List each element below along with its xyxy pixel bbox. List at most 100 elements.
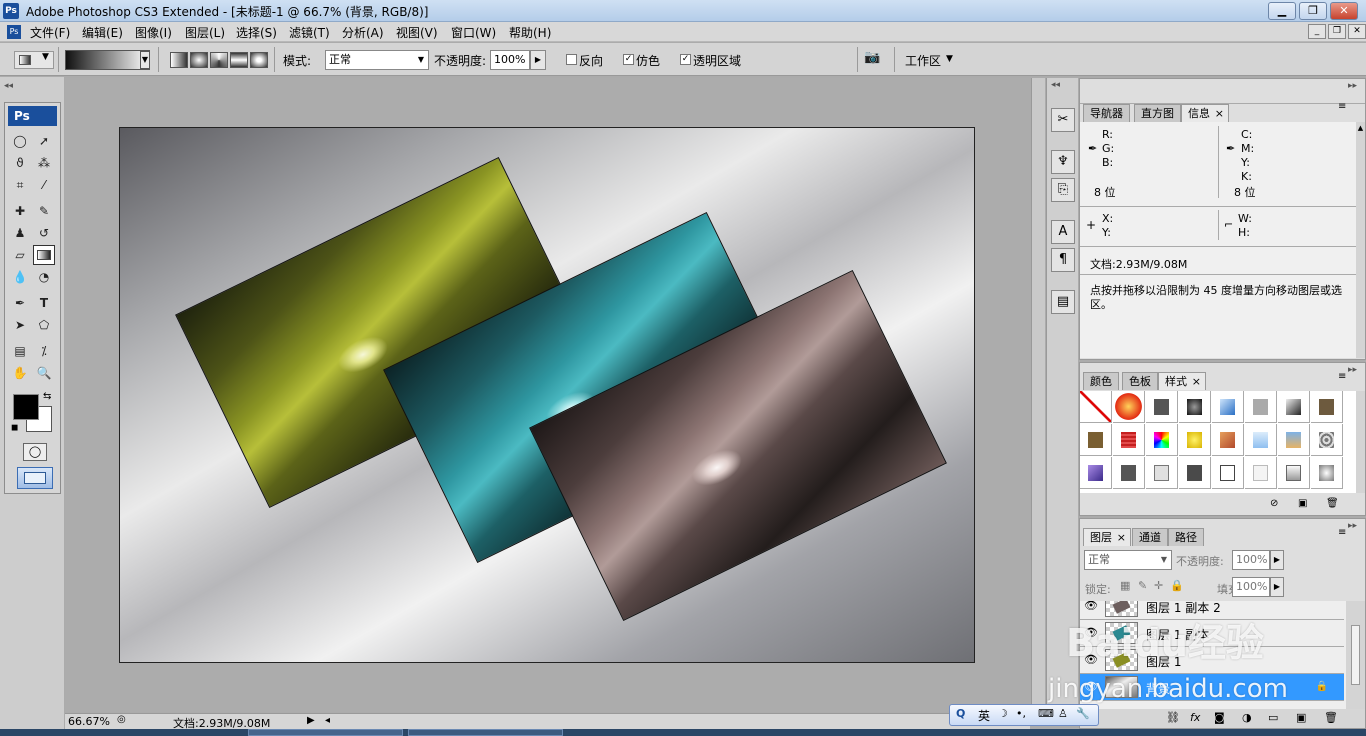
style-swatch[interactable] xyxy=(1212,391,1244,423)
menu-file[interactable]: 文件(F) xyxy=(30,24,70,41)
style-swatch[interactable] xyxy=(1146,424,1178,456)
lock-position-icon[interactable]: ✛ xyxy=(1154,579,1163,592)
style-none-swatch[interactable] xyxy=(1080,391,1112,423)
style-swatch[interactable] xyxy=(1245,424,1277,456)
style-swatch[interactable] xyxy=(1245,457,1277,489)
blend-mode-select[interactable]: 正常 ▼ xyxy=(1084,550,1172,570)
foreground-color-swatch[interactable] xyxy=(13,394,39,420)
menu-edit[interactable]: 编辑(E) xyxy=(82,24,123,41)
healing-brush-icon[interactable]: ✚ xyxy=(9,201,31,221)
style-swatch[interactable] xyxy=(1212,424,1244,456)
close-icon[interactable]: × xyxy=(1117,529,1126,546)
radial-gradient-icon[interactable] xyxy=(190,52,208,68)
taskbar-button[interactable] xyxy=(408,729,563,736)
lasso-tool-icon[interactable]: ϑ xyxy=(9,153,31,173)
tab-swatches[interactable]: 色板 xyxy=(1122,372,1158,390)
fill-slider-button[interactable]: ▶ xyxy=(1270,577,1284,597)
eyedropper-icon[interactable]: ⁒ xyxy=(33,341,55,361)
zoom-level[interactable]: 66.67% xyxy=(68,715,110,728)
scroll-left-icon[interactable]: ◂ xyxy=(325,715,330,726)
menu-help[interactable]: 帮助(H) xyxy=(509,24,551,41)
layer-opacity-slider-button[interactable]: ▶ xyxy=(1270,550,1284,570)
brush-tool-icon[interactable]: ✎ xyxy=(33,201,55,221)
opacity-slider-button[interactable]: ▶ xyxy=(530,50,546,70)
close-icon[interactable]: × xyxy=(1192,373,1201,390)
fx-icon[interactable]: fx xyxy=(1190,711,1200,724)
close-icon[interactable]: × xyxy=(1215,105,1224,122)
close-button[interactable]: ✕ xyxy=(1330,2,1358,20)
doc-restore-icon[interactable]: ❐ xyxy=(1328,24,1346,39)
paragraph-icon[interactable]: ¶ xyxy=(1051,248,1075,272)
eye-icon[interactable]: 👁 xyxy=(1084,626,1098,639)
gradient-picker-dropdown[interactable]: ▼ xyxy=(140,51,150,69)
link-layers-icon[interactable]: ⛓ xyxy=(1166,711,1180,724)
style-swatch[interactable] xyxy=(1212,457,1244,489)
fill-input[interactable]: 100% xyxy=(1232,577,1270,597)
tab-layers[interactable]: 图层 × xyxy=(1083,528,1131,546)
ime-language[interactable]: 英 xyxy=(978,707,990,724)
taskbar-button[interactable] xyxy=(248,729,403,736)
tab-info[interactable]: 信息 × xyxy=(1181,104,1229,122)
lock-all-icon[interactable]: 🔒 xyxy=(1170,579,1184,592)
style-swatch[interactable] xyxy=(1113,391,1145,423)
layer-opacity-input[interactable]: 100% xyxy=(1232,550,1270,570)
menu-filter[interactable]: 滤镜(T) xyxy=(289,24,330,41)
style-swatch[interactable] xyxy=(1080,424,1112,456)
menu-analysis[interactable]: 分析(A) xyxy=(342,24,384,41)
eye-icon[interactable]: 👁 xyxy=(1084,601,1098,612)
doc-minimize-icon[interactable]: _ xyxy=(1308,24,1326,39)
diamond-gradient-icon[interactable] xyxy=(250,52,268,68)
group-icon[interactable]: ▭ xyxy=(1268,711,1278,724)
eraser-tool-icon[interactable]: ▱ xyxy=(9,245,31,265)
style-swatch[interactable] xyxy=(1113,457,1145,489)
reverse-checkbox[interactable] xyxy=(566,54,577,65)
style-swatch[interactable] xyxy=(1080,457,1112,489)
notes-tool-icon[interactable]: ▤ xyxy=(9,341,31,361)
gradient-tool-icon[interactable] xyxy=(33,245,55,265)
history-brush-icon[interactable]: ↺ xyxy=(33,223,55,243)
style-swatch[interactable] xyxy=(1311,391,1343,423)
layer-row[interactable]: 👁 图层 1 副本 2 xyxy=(1080,601,1344,620)
style-swatch[interactable] xyxy=(1179,457,1211,489)
panel-menu-icon[interactable]: ≡ xyxy=(1338,371,1346,382)
style-swatch[interactable] xyxy=(1179,424,1211,456)
moon-icon[interactable]: ☽ xyxy=(998,707,1008,720)
style-swatch[interactable] xyxy=(1113,424,1145,456)
layer-row[interactable]: 👁 图层 1 xyxy=(1080,647,1344,674)
wrench-icon[interactable]: 🔧 xyxy=(1076,707,1090,720)
dither-checkbox[interactable]: ✓ xyxy=(623,54,634,65)
mask-icon[interactable]: ◙ xyxy=(1214,711,1225,724)
move-tool-icon[interactable]: ➚ xyxy=(33,131,55,151)
eye-icon[interactable]: 👁 xyxy=(1084,653,1098,666)
linear-gradient-icon[interactable] xyxy=(170,52,188,68)
type-tool-icon[interactable]: T xyxy=(33,293,55,313)
document-canvas[interactable] xyxy=(119,127,975,663)
pen-tool-icon[interactable]: ✒ xyxy=(9,293,31,313)
clone-stamp-icon[interactable]: ♟ xyxy=(9,223,31,243)
restore-button[interactable]: ❐ xyxy=(1299,2,1327,20)
ime-logo-icon[interactable]: Q xyxy=(956,707,965,720)
mode-select[interactable]: 正常 ▼ xyxy=(325,50,429,70)
ps-menu-icon[interactable]: Ps xyxy=(7,25,21,39)
collapse-panel-icon[interactable]: ▸▸ xyxy=(1348,81,1357,91)
clone-source-icon[interactable]: ⎘ xyxy=(1051,178,1075,202)
new-style-icon[interactable]: ▣ xyxy=(1298,498,1307,509)
tool-preset-picker[interactable]: ▼ xyxy=(14,51,54,69)
clear-style-icon[interactable]: ⊘ xyxy=(1270,498,1278,509)
lock-image-icon[interactable]: ✎ xyxy=(1138,579,1147,592)
doc-close-icon[interactable]: ✕ xyxy=(1348,24,1366,39)
tab-color[interactable]: 颜色 xyxy=(1083,372,1119,390)
style-swatch[interactable] xyxy=(1146,457,1178,489)
menu-image[interactable]: 图像(I) xyxy=(135,24,172,41)
layer-row[interactable]: 👁 图层 1 副本 xyxy=(1080,620,1344,647)
crop-tool-icon[interactable]: ⌗ xyxy=(9,175,31,195)
style-swatch[interactable] xyxy=(1311,424,1343,456)
swap-colors-icon[interactable]: ⇆ xyxy=(43,391,51,402)
transparency-checkbox[interactable]: ✓ xyxy=(680,54,691,65)
status-icon[interactable]: ◎ xyxy=(117,714,126,725)
tools-preset-icon[interactable]: ✂ xyxy=(1051,108,1075,132)
layer-comps-icon[interactable]: ▤ xyxy=(1051,290,1075,314)
gradient-picker[interactable] xyxy=(65,50,150,70)
lock-transparent-icon[interactable]: ▦ xyxy=(1120,579,1130,592)
menu-window[interactable]: 窗口(W) xyxy=(451,24,496,41)
